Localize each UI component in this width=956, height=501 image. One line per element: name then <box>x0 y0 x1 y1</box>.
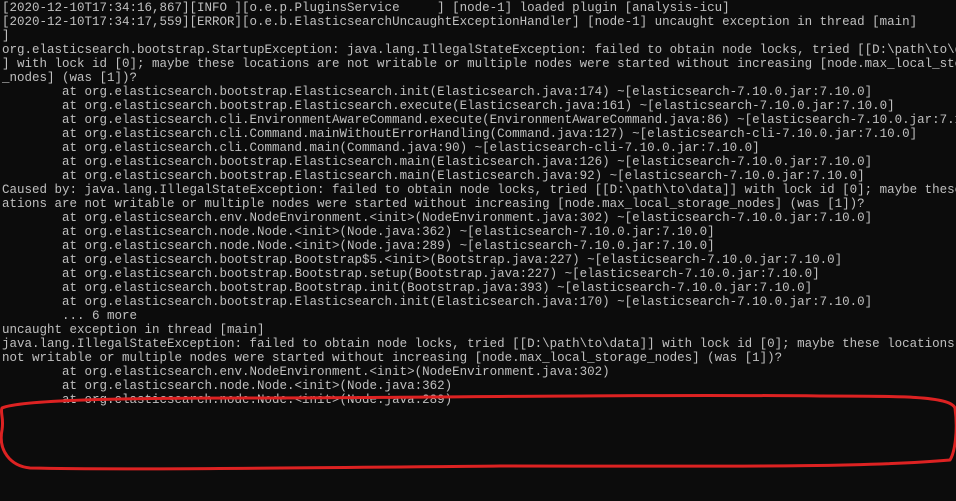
log-line: not writable or multiple nodes were star… <box>2 351 954 365</box>
log-line: at org.elasticsearch.bootstrap.Elasticse… <box>2 99 954 113</box>
log-line: at org.elasticsearch.env.NodeEnvironment… <box>2 211 954 225</box>
log-line: at org.elasticsearch.bootstrap.Elasticse… <box>2 85 954 99</box>
log-line: at org.elasticsearch.node.Node.<init>(No… <box>2 379 954 393</box>
log-line: at org.elasticsearch.node.Node.<init>(No… <box>2 239 954 253</box>
log-line: at org.elasticsearch.cli.Command.main(Co… <box>2 141 954 155</box>
log-line: uncaught exception in thread [main] <box>2 323 954 337</box>
log-line: at org.elasticsearch.bootstrap.Bootstrap… <box>2 253 954 267</box>
log-line: _nodes] (was [1])? <box>2 71 954 85</box>
log-line: [2020-12-10T17:34:17,559][ERROR][o.e.b.E… <box>2 15 954 29</box>
log-line: at org.elasticsearch.node.Node.<init>(No… <box>2 225 954 239</box>
log-line: Caused by: java.lang.IllegalStateExcepti… <box>2 183 954 197</box>
log-line: ] <box>2 29 954 43</box>
terminal-output: [2020-12-10T17:34:16,867][INFO ][o.e.p.P… <box>0 0 956 501</box>
log-line: at org.elasticsearch.bootstrap.Bootstrap… <box>2 267 954 281</box>
log-line: at org.elasticsearch.bootstrap.Elasticse… <box>2 295 954 309</box>
log-line: [2020-12-10T17:34:16,867][INFO ][o.e.p.P… <box>2 1 954 15</box>
log-line: at org.elasticsearch.cli.Command.mainWit… <box>2 127 954 141</box>
log-line: at org.elasticsearch.cli.EnvironmentAwar… <box>2 113 954 127</box>
log-line: ... 6 more <box>2 309 954 323</box>
log-line: at org.elasticsearch.bootstrap.Elasticse… <box>2 155 954 169</box>
log-line: org.elasticsearch.bootstrap.StartupExcep… <box>2 43 954 57</box>
log-line: at org.elasticsearch.node.Node.<init>(No… <box>2 393 954 407</box>
log-line: at org.elasticsearch.bootstrap.Bootstrap… <box>2 281 954 295</box>
log-line: at org.elasticsearch.env.NodeEnvironment… <box>2 365 954 379</box>
log-line: ] with lock id [0]; maybe these location… <box>2 57 954 71</box>
log-line: at org.elasticsearch.bootstrap.Elasticse… <box>2 169 954 183</box>
log-line: ations are not writable or multiple node… <box>2 197 954 211</box>
log-line: java.lang.IllegalStateException: failed … <box>2 337 954 351</box>
